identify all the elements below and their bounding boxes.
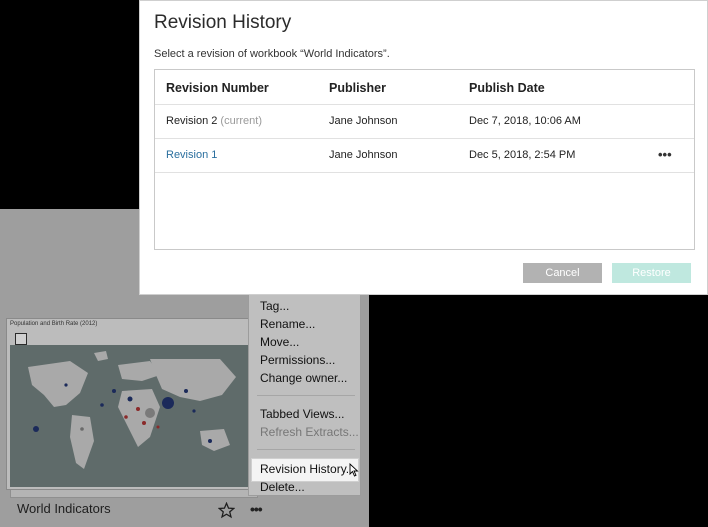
dialog-title: Revision History	[154, 12, 292, 33]
menu-item-change-owner[interactable]: Change owner...	[260, 371, 347, 385]
world-map	[28, 351, 236, 469]
revision-link[interactable]: Revision 1	[166, 149, 217, 161]
menu-item-revision-history[interactable]: Revision History...	[260, 462, 356, 476]
row-divider	[155, 104, 694, 105]
context-menu: Tag... Rename... Move... Permissions... …	[248, 288, 361, 496]
menu-item-rename[interactable]: Rename...	[260, 317, 315, 331]
more-options-icon[interactable]: •••	[250, 501, 263, 517]
pointer-cursor-icon	[349, 463, 359, 477]
current-tag: (current)	[220, 115, 262, 127]
row-divider	[155, 138, 694, 139]
star-icon[interactable]	[218, 502, 235, 519]
menu-item-tag[interactable]: Tag...	[260, 299, 289, 313]
menu-item-move[interactable]: Move...	[260, 335, 299, 349]
workbook-thumbnail[interactable]: Population and Birth Rate (2012)	[6, 318, 252, 490]
column-header-date: Publish Date	[469, 81, 545, 95]
column-header-revision: Revision Number	[166, 81, 269, 95]
column-header-publisher: Publisher	[329, 81, 386, 95]
row-more-options-icon[interactable]: •••	[658, 147, 672, 162]
menu-divider	[257, 449, 355, 450]
revision-label: Revision 2	[166, 115, 218, 127]
cancel-button[interactable]: Cancel	[523, 263, 602, 283]
menu-item-delete[interactable]: Delete...	[260, 480, 305, 494]
menu-item-refresh-extracts: Refresh Extracts...	[260, 425, 359, 439]
table-row-revision: Revision 2 (current)	[166, 115, 262, 127]
revision-table: Revision Number Publisher Publish Date R…	[154, 69, 695, 250]
table-cell-publisher: Jane Johnson	[329, 149, 398, 161]
table-cell-date: Dec 7, 2018, 10:06 AM	[469, 115, 581, 127]
menu-item-tabbed-views[interactable]: Tabbed Views...	[260, 407, 345, 421]
table-cell-date: Dec 5, 2018, 2:54 PM	[469, 149, 576, 161]
workbook-name[interactable]: World Indicators	[17, 501, 111, 516]
table-cell-publisher: Jane Johnson	[329, 115, 398, 127]
row-divider	[155, 172, 694, 173]
select-checkbox[interactable]	[15, 333, 27, 345]
menu-item-permissions[interactable]: Permissions...	[260, 353, 335, 367]
thumbnail-title: Population and Birth Rate (2012)	[10, 321, 98, 327]
revision-history-dialog: Revision History Select a revision of wo…	[139, 0, 708, 295]
screen: Population and Birth Rate (2012) World I…	[0, 0, 708, 527]
restore-button[interactable]: Restore	[612, 263, 691, 283]
dialog-subtitle: Select a revision of workbook “World Ind…	[154, 48, 390, 60]
menu-divider	[257, 395, 355, 396]
